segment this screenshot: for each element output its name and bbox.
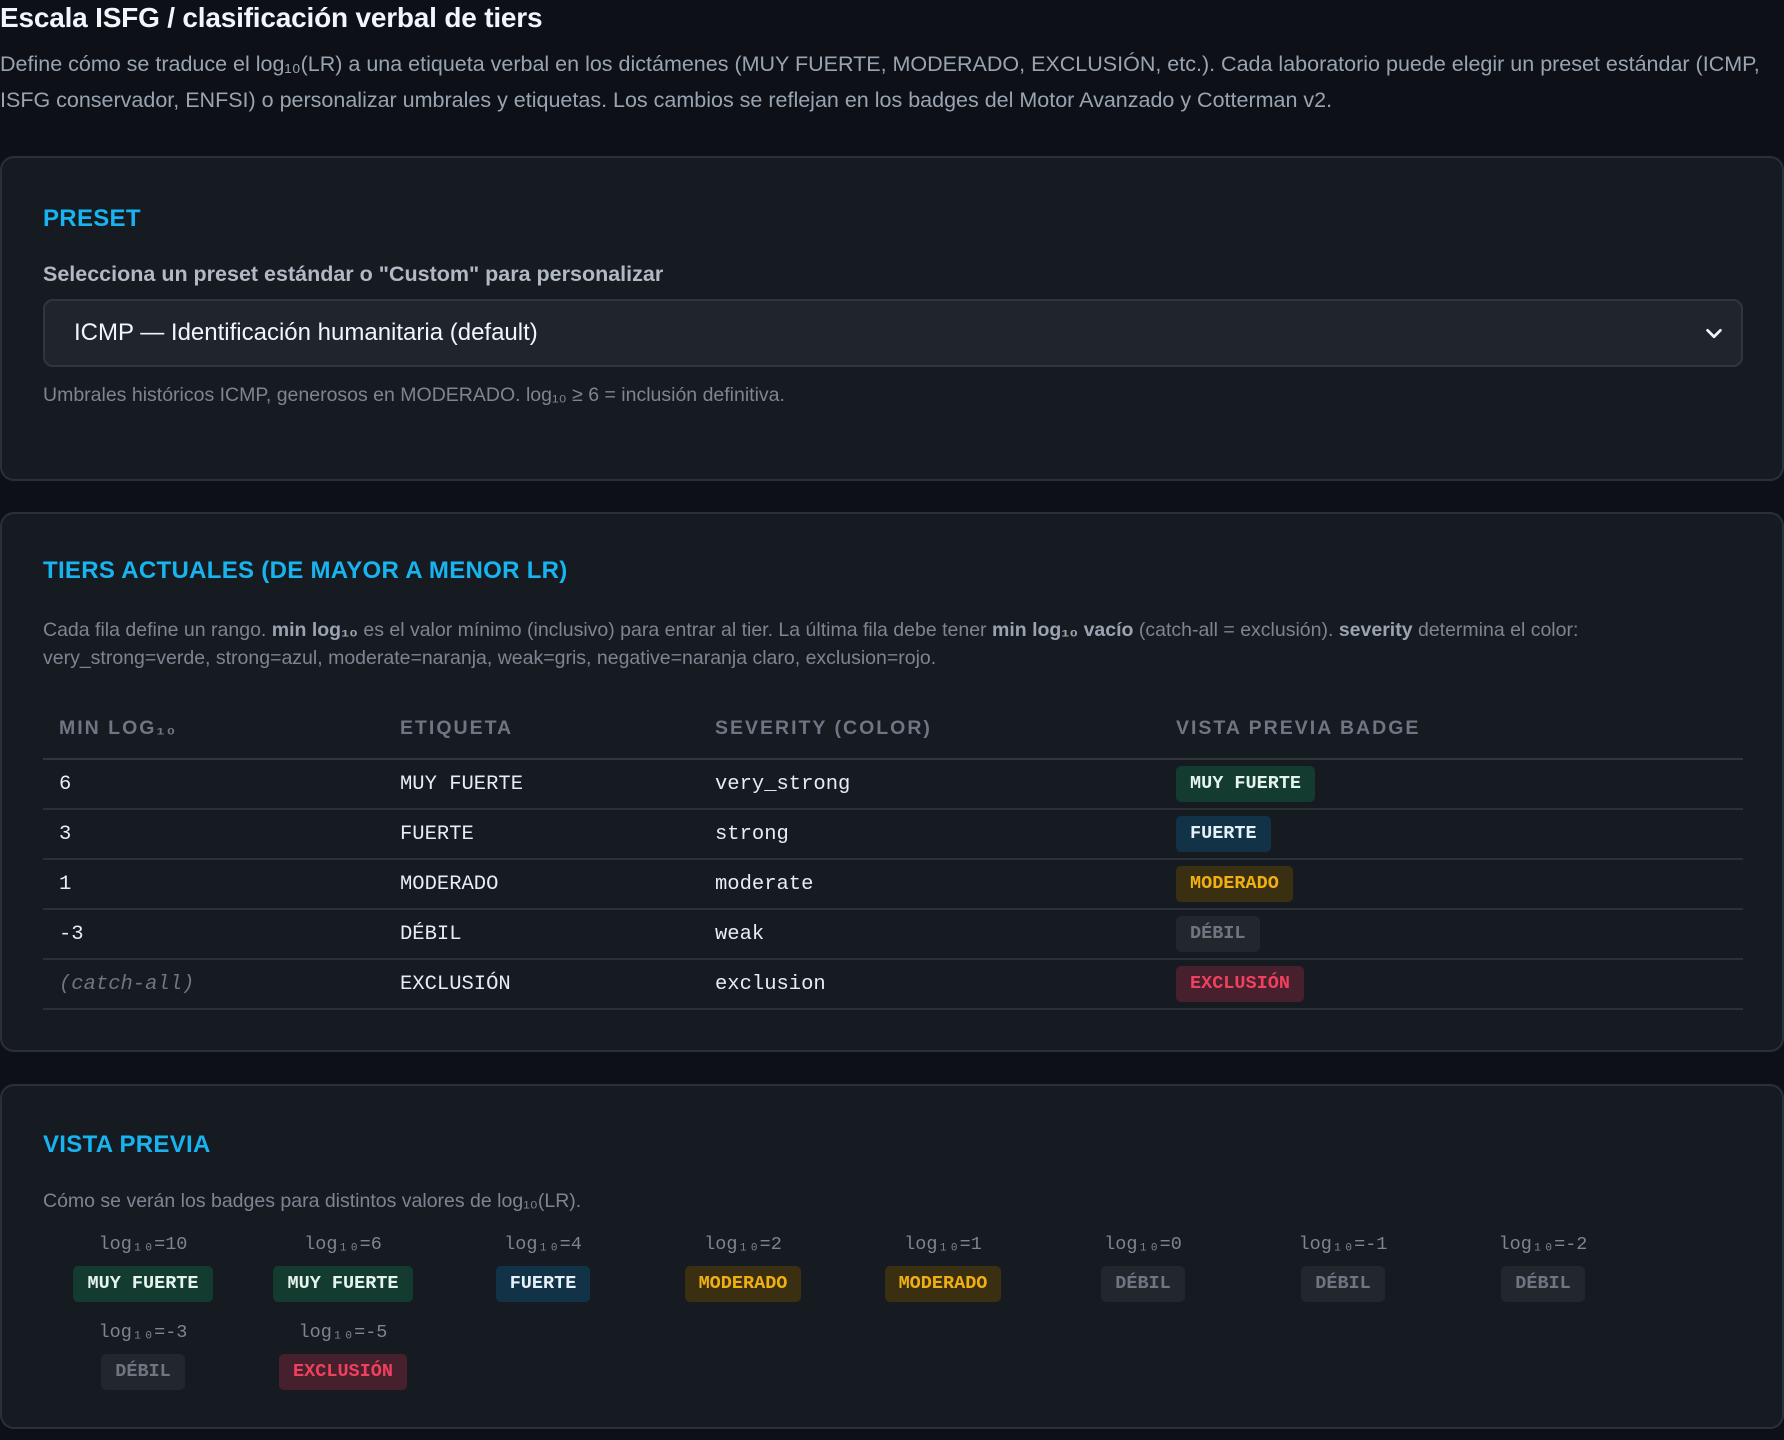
preset-hint: Umbrales históricos ICMP, generosos en M… [43, 384, 785, 406]
tiers-description: Cada fila define un rango. min log₁₀ es … [43, 616, 1743, 672]
tiers-desc-bold: min log₁₀ [271, 619, 358, 641]
preview-item: log₁₀=4 FUERTE [443, 1232, 643, 1320]
page-title: Escala ISFG / clasificación verbal de ti… [0, 2, 543, 33]
preset-title: PRESET [43, 205, 141, 232]
preview-badge: FUERTE [495, 1266, 591, 1302]
tier-badge-cell: EXCLUSIÓN [1160, 959, 1743, 1010]
preview-badge: DÉBIL [1101, 1266, 1185, 1302]
tier-label-cell[interactable]: MUY FUERTE [384, 759, 699, 810]
table-row[interactable]: 3 FUERTE strong FUERTE [43, 809, 1743, 860]
table-row[interactable]: -3 DÉBIL weak DÉBIL [43, 909, 1743, 960]
preview-badge: MUY FUERTE [73, 1266, 213, 1302]
preview-item: log₁₀=2 MODERADO [643, 1232, 843, 1320]
preview-badge: MUY FUERTE [273, 1266, 413, 1302]
preview-caption: log₁₀=-3 [98, 1322, 188, 1343]
preview-badge: MODERADO [884, 1266, 1002, 1302]
preset-label: Selecciona un preset estándar o "Custom"… [43, 262, 664, 286]
preview-caption: log₁₀=10 [98, 1234, 188, 1255]
tier-min-cell[interactable]: 1 [43, 859, 384, 910]
tiers-card: TIERS ACTUALES (DE MAYOR A MENOR LR) Cad… [0, 512, 1784, 1052]
preview-description: Cómo se verán los badges para distintos … [43, 1190, 582, 1212]
tier-severity-cell[interactable]: very_strong [699, 759, 1160, 810]
tiers-title: TIERS ACTUALES (DE MAYOR A MENOR LR) [43, 557, 568, 584]
preview-item: log₁₀=-1 DÉBIL [1243, 1232, 1443, 1320]
preview-caption: log₁₀=2 [704, 1234, 782, 1255]
tiers-desc-bold: severity [1338, 619, 1413, 641]
tiers-table: MIN LOG₁₀ ETIQUETA SEVERITY (COLOR) VIST… [43, 699, 1743, 1010]
tiers-desc-text: (catch-all = exclusión). [1133, 619, 1339, 641]
tier-min-cell[interactable]: 6 [43, 759, 384, 810]
preview-item: log₁₀=0 DÉBIL [1043, 1232, 1243, 1320]
tier-min-cell[interactable]: 3 [43, 809, 384, 860]
column-header-badge-preview: VISTA PREVIA BADGE [1160, 699, 1743, 760]
tier-badge: MUY FUERTE [1176, 766, 1316, 802]
preview-item: log₁₀=-5 EXCLUSIÓN [243, 1320, 443, 1408]
tiers-desc-text: Cada fila define un rango. [43, 619, 272, 641]
preview-caption: log₁₀=1 [904, 1234, 982, 1255]
column-header-label: ETIQUETA [384, 699, 699, 760]
tier-badge-cell: FUERTE [1160, 809, 1743, 860]
tiers-desc-bold: min log₁₀ vacío [991, 619, 1134, 641]
tier-badge: EXCLUSIÓN [1176, 966, 1304, 1002]
preview-caption: log₁₀=-5 [298, 1322, 388, 1343]
preset-card: PRESET Selecciona un preset estándar o "… [0, 156, 1784, 481]
preview-caption: log₁₀=-1 [1298, 1234, 1388, 1255]
page: Escala ISFG / clasificación verbal de ti… [0, 0, 1784, 1440]
tier-label-cell[interactable]: DÉBIL [384, 909, 699, 960]
tier-label-cell[interactable]: EXCLUSIÓN [384, 959, 699, 1010]
tier-min-cell[interactable]: -3 [43, 909, 384, 960]
tier-severity-cell[interactable]: exclusion [699, 959, 1160, 1010]
preview-item: log₁₀=-3 DÉBIL [43, 1320, 243, 1408]
preview-card: VISTA PREVIA Cómo se verán los badges pa… [0, 1084, 1784, 1429]
preset-selected-value: ICMP — Identificación humanitaria (defau… [74, 319, 538, 346]
preview-badge: MODERADO [684, 1266, 802, 1302]
preset-select[interactable]: ICMP — Identificación humanitaria (defau… [43, 299, 1743, 367]
table-row[interactable]: 1 MODERADO moderate MODERADO [43, 859, 1743, 910]
tier-label-cell[interactable]: FUERTE [384, 809, 699, 860]
tier-severity-cell[interactable]: strong [699, 809, 1160, 860]
preview-badge: DÉBIL [101, 1354, 185, 1390]
chevron-down-icon [1706, 328, 1722, 339]
preview-badge: DÉBIL [1501, 1266, 1585, 1302]
preview-title: VISTA PREVIA [43, 1131, 211, 1158]
column-header-severity: SEVERITY (COLOR) [699, 699, 1160, 760]
page-description: Define cómo se traduce el log₁₀(LR) a un… [0, 52, 1760, 112]
tier-severity-cell[interactable]: weak [699, 909, 1160, 960]
tiers-desc-text: es el valor mínimo (inclusivo) para entr… [357, 619, 992, 641]
tier-badge: DÉBIL [1176, 916, 1260, 952]
preview-item: log₁₀=-2 DÉBIL [1443, 1232, 1643, 1320]
tier-badge: FUERTE [1176, 816, 1271, 852]
column-header-min-log: MIN LOG₁₀ [43, 699, 384, 760]
tiers-header-row: MIN LOG₁₀ ETIQUETA SEVERITY (COLOR) VIST… [43, 699, 1743, 760]
preview-caption: log₁₀=0 [1104, 1234, 1182, 1255]
preview-item: log₁₀=10 MUY FUERTE [43, 1232, 243, 1320]
preview-badge: DÉBIL [1301, 1266, 1385, 1302]
tier-min-cell[interactable]: (catch-all) [43, 959, 384, 1010]
preview-badge: EXCLUSIÓN [279, 1354, 407, 1390]
preview-caption: log₁₀=-2 [1498, 1234, 1588, 1255]
preview-caption: log₁₀=6 [304, 1234, 382, 1255]
tier-label-cell[interactable]: MODERADO [384, 859, 699, 910]
table-row[interactable]: 6 MUY FUERTE very_strong MUY FUERTE [43, 759, 1743, 810]
preview-grid: log₁₀=10 MUY FUERTE log₁₀=6 MUY FUERTE l… [43, 1232, 1683, 1408]
preview-item: log₁₀=1 MODERADO [843, 1232, 1043, 1320]
tier-badge-cell: DÉBIL [1160, 909, 1743, 960]
tier-badge-cell: MODERADO [1160, 859, 1743, 910]
table-row[interactable]: (catch-all) EXCLUSIÓN exclusion EXCLUSIÓ… [43, 959, 1743, 1010]
tier-badge: MODERADO [1176, 866, 1293, 902]
tier-badge-cell: MUY FUERTE [1160, 759, 1743, 810]
preview-item: log₁₀=6 MUY FUERTE [243, 1232, 443, 1320]
preview-caption: log₁₀=4 [504, 1234, 582, 1255]
tier-severity-cell[interactable]: moderate [699, 859, 1160, 910]
